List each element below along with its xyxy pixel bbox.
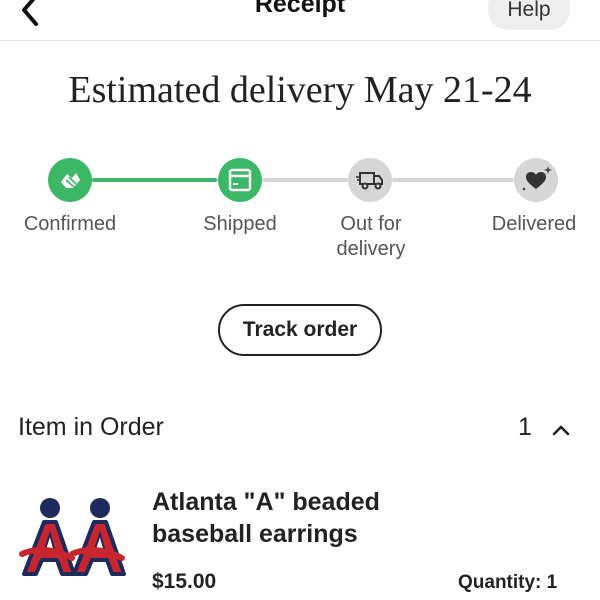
step-shipped-circle xyxy=(218,158,262,202)
step-label-delivered: Delivered xyxy=(491,213,577,235)
estimated-delivery: Estimated delivery May 21-24 xyxy=(68,69,532,111)
box-icon xyxy=(228,168,252,192)
heart-icon xyxy=(522,166,552,191)
step-confirmed-circle xyxy=(48,158,92,202)
product-name[interactable]: Atlanta "A" beaded baseball earrings xyxy=(152,486,452,550)
progress-line-out-delivered xyxy=(392,178,514,182)
track-order-button[interactable]: Track order xyxy=(218,304,382,356)
help-button[interactable]: Help xyxy=(488,0,570,30)
product-quantity: Quantity: 1 xyxy=(458,572,558,593)
progress-line-shipped-out xyxy=(262,178,348,182)
chevron-up-icon[interactable] xyxy=(550,420,572,440)
step-label-confirmed: Confirmed xyxy=(23,213,117,235)
items-count: 1 xyxy=(518,413,532,441)
product-price: $15.00 xyxy=(152,570,217,593)
step-delivered-circle xyxy=(514,158,558,202)
earrings-thumbnail xyxy=(19,498,126,576)
handshake-icon xyxy=(61,173,80,188)
delivery-truck-icon xyxy=(356,172,383,190)
app-header: Receipt Help xyxy=(0,0,600,41)
items-section-title: Item in Order xyxy=(18,413,164,441)
step-out-for-delivery-circle xyxy=(348,158,392,202)
step-label-out-for-delivery: Out for delivery xyxy=(336,213,406,260)
progress-line-confirmed-shipped xyxy=(92,178,217,182)
